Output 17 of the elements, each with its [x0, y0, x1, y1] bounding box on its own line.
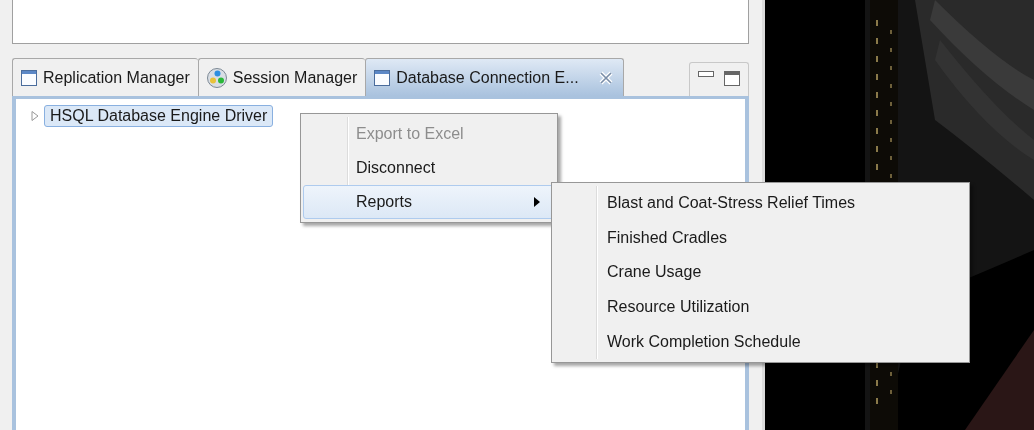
maximize-icon[interactable] [724, 71, 740, 86]
minimize-icon[interactable] [698, 71, 714, 78]
window-icon [21, 69, 37, 86]
panel-tab[interactable]: Replication Manager [12, 58, 198, 96]
panel-tab[interactable]: Database Connection E... [365, 58, 624, 96]
panel-tab[interactable]: Session Manager [197, 58, 366, 96]
menu-item[interactable]: Finished Cradles [554, 220, 967, 256]
menu-item[interactable]: Resource Utilization [554, 289, 967, 325]
circles-icon [206, 67, 227, 88]
menu-item[interactable]: Blast and Coat-Stress Relief Times [554, 186, 967, 221]
menu-item[interactable]: Disconnect [303, 151, 555, 185]
window-icon [374, 69, 391, 86]
tree-item[interactable]: HSQL Database Engine Driver [44, 105, 274, 127]
menu-item[interactable]: Crane Usage [554, 255, 967, 290]
menu-item[interactable]: Work Completion Schedule [554, 324, 967, 359]
close-icon[interactable] [598, 70, 613, 85]
submenu-arrow-icon [534, 197, 540, 207]
